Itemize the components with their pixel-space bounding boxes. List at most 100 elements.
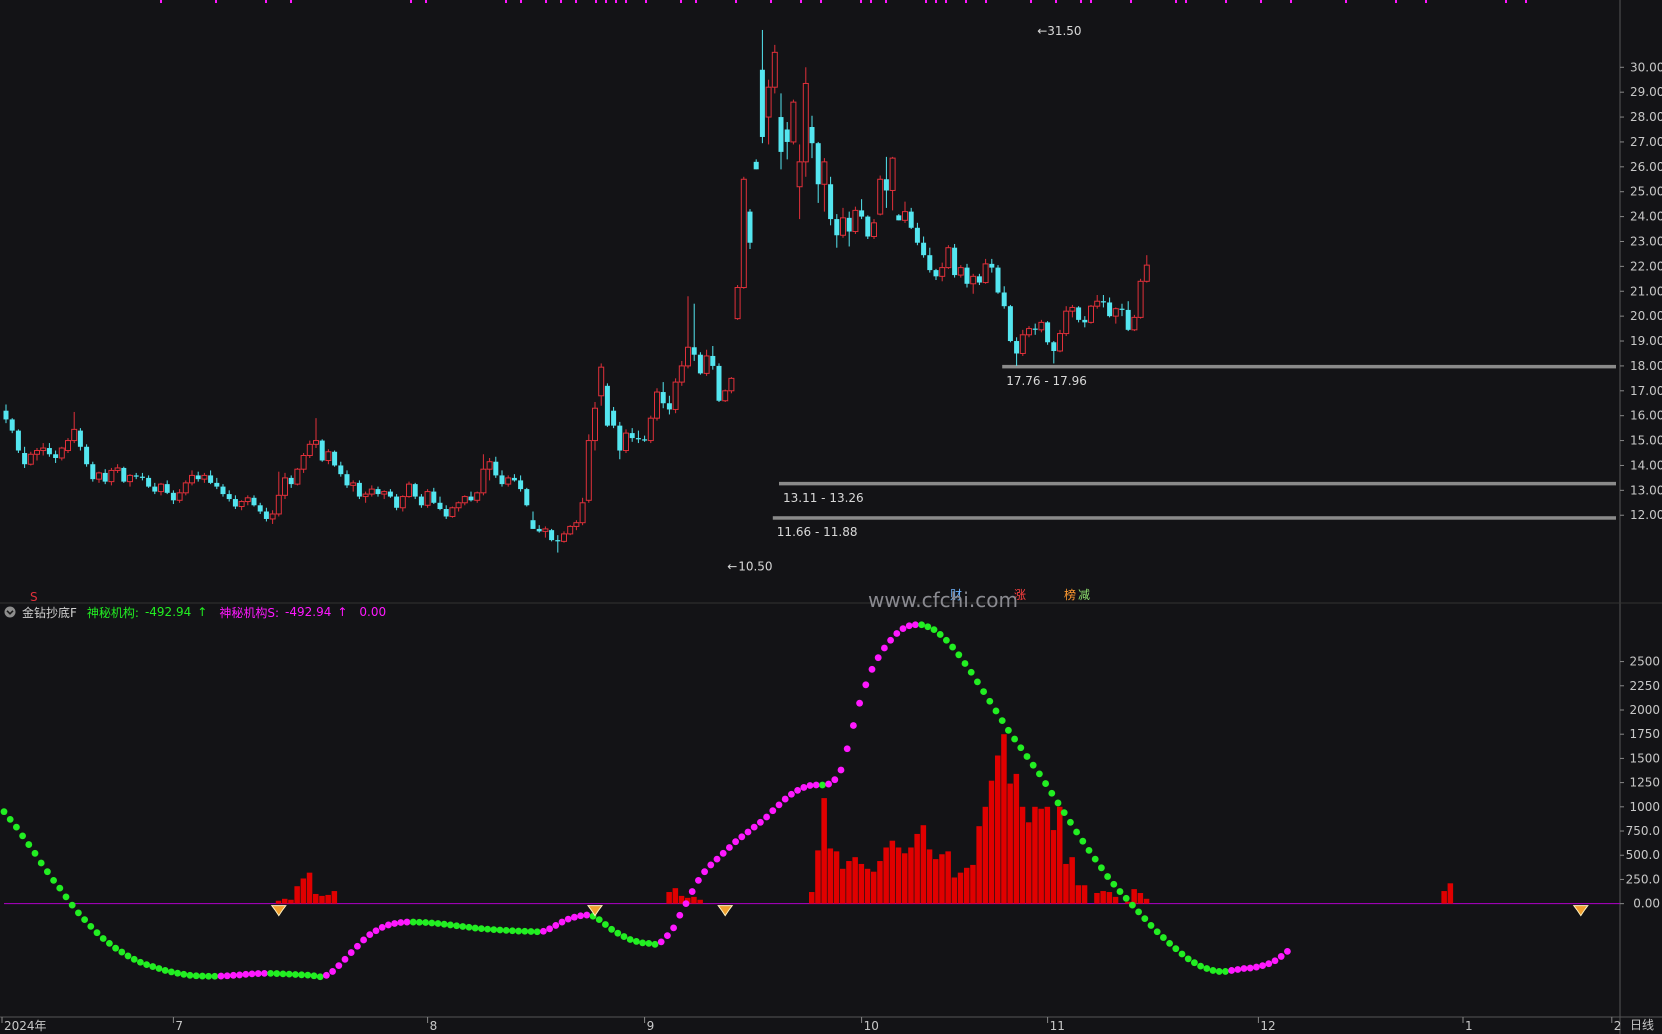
indicator-dot	[484, 925, 491, 933]
indicator-dot	[583, 911, 591, 919]
indicator-dot	[732, 838, 739, 846]
candle-body	[468, 496, 474, 501]
indicator-dot	[769, 807, 777, 815]
candle-body	[412, 484, 418, 497]
histogram-bar	[933, 859, 939, 904]
indicator-dot	[44, 868, 51, 876]
top-marker	[695, 0, 697, 3]
green-series-label: 神秘机构:	[86, 605, 139, 620]
candle-body	[368, 488, 375, 495]
price-tick-label: 13.00	[1630, 483, 1662, 497]
indicator-dot	[490, 926, 498, 933]
candle-body	[443, 509, 449, 517]
indicator-dot	[391, 920, 398, 927]
indicator-dot	[292, 971, 299, 978]
indicator-dot	[409, 918, 417, 926]
candle-body	[399, 496, 406, 509]
histogram-bar	[1026, 822, 1032, 904]
top-marker	[560, 0, 562, 3]
candle-body	[493, 461, 499, 476]
top-marker	[1345, 0, 1347, 3]
candle-body	[921, 242, 927, 256]
indicator-dot	[577, 912, 584, 920]
bang-marker[interactable]: 榜	[1064, 587, 1076, 602]
period-label[interactable]: 日线	[1630, 1018, 1654, 1032]
top-marker	[965, 0, 967, 3]
indicator-dot	[130, 955, 138, 963]
indicator-dot	[137, 958, 144, 966]
indicator-dot	[701, 868, 708, 876]
indicator-dot	[936, 631, 944, 638]
indicator-dot	[856, 699, 863, 707]
price-tick-label: 22.00	[1630, 259, 1662, 273]
indicator-dot	[918, 621, 925, 629]
indicator-dot	[310, 972, 318, 980]
chart-canvas[interactable]: 12.00 13.00 14.00 15.00 16.00 17.00 18.00 19.00…	[0, 0, 1662, 1034]
candle-body	[164, 484, 170, 493]
price-tick-label: 26.00	[1630, 160, 1662, 174]
indicator-dot	[56, 884, 64, 892]
chevron-down-icon[interactable]	[4, 606, 16, 618]
candle-body	[300, 455, 307, 470]
histogram-bar	[1075, 885, 1082, 904]
indicator-dot	[1259, 962, 1266, 970]
candle-body	[114, 467, 121, 471]
candle-body	[902, 211, 908, 221]
indicator-dot	[440, 920, 448, 928]
indicator-dot	[354, 942, 361, 950]
candle-body	[524, 489, 530, 506]
histogram-bar	[1001, 734, 1007, 904]
candle-body	[871, 222, 877, 238]
indicator-dot	[118, 948, 126, 956]
indicator-dot	[850, 722, 857, 729]
indicator-dot	[707, 861, 715, 869]
indicator-dot	[949, 643, 956, 651]
candle-body	[889, 157, 896, 191]
candle-body	[716, 365, 722, 401]
indicator-dot	[285, 970, 293, 978]
candle-body	[1001, 292, 1007, 307]
indicator-dot	[428, 919, 436, 927]
candle-body	[34, 450, 40, 455]
jian-marker[interactable]: 减	[1078, 588, 1090, 602]
candle-body	[208, 475, 214, 483]
indicator-dot	[75, 909, 82, 917]
indicator-dot	[1191, 959, 1198, 967]
indicator-dot	[422, 919, 429, 926]
indicator-dot	[775, 801, 783, 809]
price-tick-label: 25.00	[1630, 185, 1662, 199]
indicator-dot	[602, 921, 609, 928]
histogram-bar	[1441, 891, 1447, 904]
indicator-name[interactable]: 金钻抄底F	[22, 604, 77, 621]
high-price-label: 31.50	[1047, 24, 1081, 38]
indicator-dot	[1023, 753, 1031, 760]
candle-body	[957, 267, 964, 276]
candle-body	[338, 465, 344, 475]
indicator-tick-label: 1250	[1629, 776, 1660, 790]
support-level-line	[779, 481, 1616, 486]
candle-body	[424, 491, 431, 506]
indicator-dot	[50, 877, 57, 884]
time-tick-label: 7	[175, 1019, 183, 1033]
histogram-bar	[939, 854, 945, 904]
candle-body	[461, 496, 468, 504]
indicator-dot	[626, 936, 634, 943]
candle-body	[834, 219, 840, 236]
histogram-bar	[1106, 892, 1113, 904]
histogram-bar	[902, 853, 908, 904]
histogram-bar	[300, 878, 307, 904]
histogram-bar	[827, 848, 834, 904]
candle-body	[1057, 333, 1063, 352]
candle-body	[796, 161, 803, 188]
top-marker	[985, 0, 987, 3]
indicator-dot	[688, 888, 696, 895]
candle-body	[647, 417, 654, 442]
indicator-dot	[670, 924, 677, 932]
indicator-dot	[1036, 770, 1043, 778]
candle-body	[1026, 328, 1032, 336]
top-marker	[1225, 0, 1227, 3]
indicator-dot	[657, 938, 665, 946]
indicator-dot	[37, 859, 45, 867]
indicator-tick-label: 750.0	[1626, 824, 1660, 838]
indicator-dot	[1277, 953, 1285, 960]
